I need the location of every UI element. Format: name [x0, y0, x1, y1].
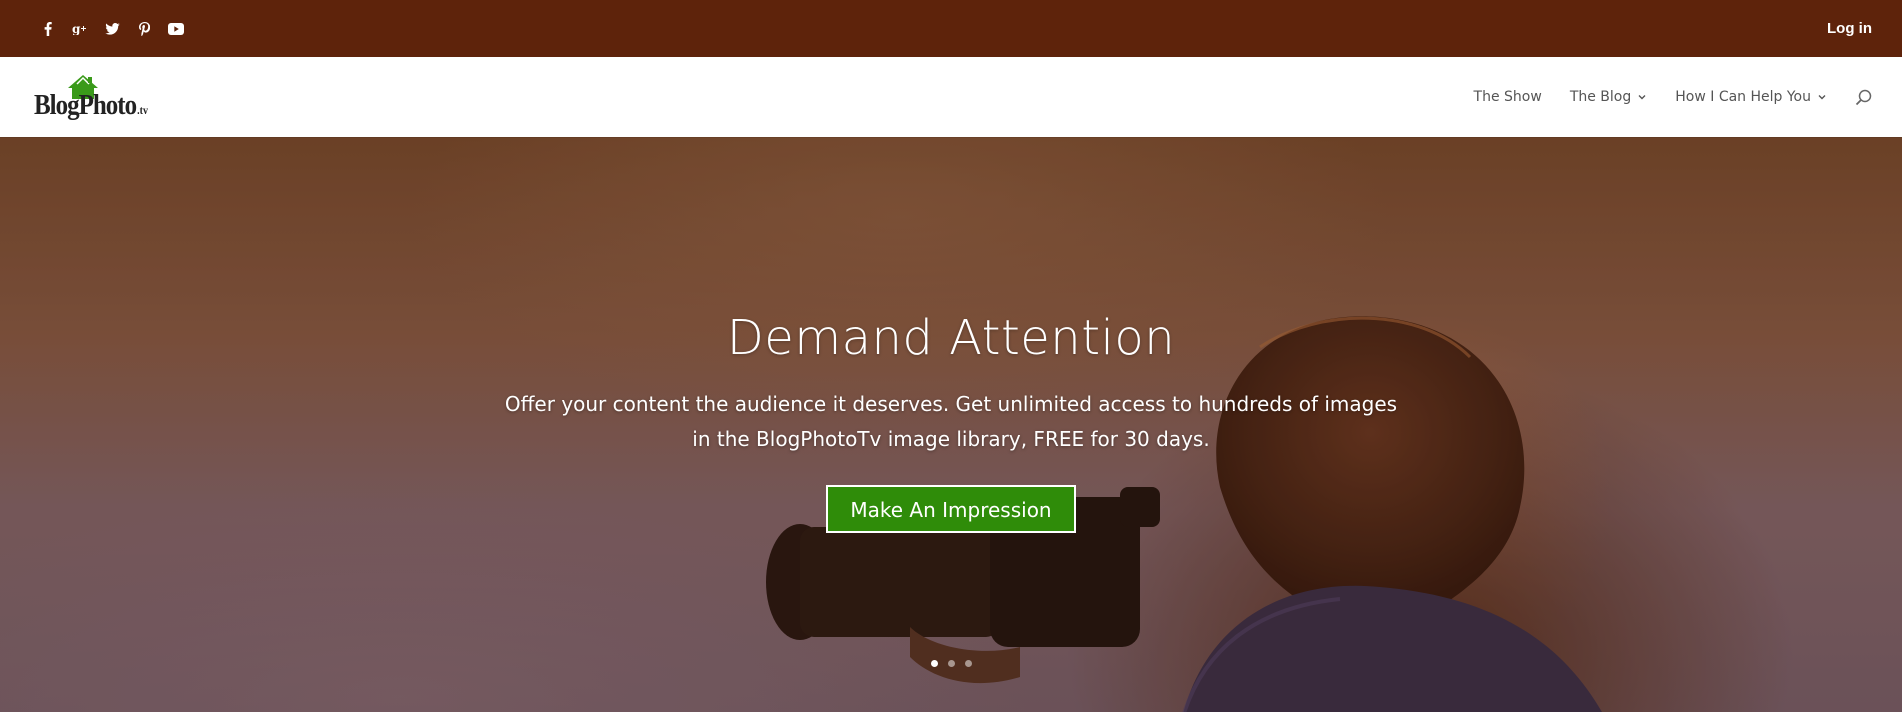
- social-links: g: [40, 21, 184, 37]
- site-logo[interactable]: Blog Photo .tv: [34, 72, 148, 122]
- nav-item-label: The Show: [1473, 89, 1542, 105]
- logo-text-photo: Photo: [78, 89, 137, 122]
- nav-item-how-i-can-help-you[interactable]: How I Can Help You: [1675, 89, 1827, 105]
- hero-subtitle: Offer your content the audience it deser…: [504, 391, 1398, 451]
- twitter-icon[interactable]: [104, 21, 120, 37]
- search-icon[interactable]: [1855, 89, 1872, 106]
- logo-text-blog: Blog: [34, 89, 80, 122]
- youtube-icon[interactable]: [168, 21, 184, 37]
- hero-content: Demand Attention Offer your content the …: [0, 312, 1902, 533]
- google-plus-icon[interactable]: g: [72, 21, 88, 37]
- svg-text:g: g: [72, 22, 81, 35]
- hero-slider: Demand Attention Offer your content the …: [0, 137, 1902, 712]
- login-link[interactable]: Log in: [1827, 20, 1872, 37]
- site-header: Blog Photo .tv The Show The Blog How I C…: [0, 57, 1902, 137]
- slider-dot-2[interactable]: [947, 660, 955, 667]
- pinterest-icon[interactable]: [136, 21, 152, 37]
- logo-wordmark: Blog Photo .tv: [34, 91, 148, 120]
- nav-item-label: The Blog: [1569, 89, 1632, 105]
- hero-title: Demand Attention: [726, 310, 1176, 366]
- facebook-icon[interactable]: [40, 21, 56, 37]
- logo-text-tv: .tv: [137, 104, 148, 118]
- make-an-impression-button[interactable]: Make An Impression: [826, 484, 1076, 533]
- top-social-bar: g Log in: [0, 0, 1902, 57]
- slider-dot-3[interactable]: [964, 660, 972, 667]
- nav-item-the-show[interactable]: The Show: [1474, 89, 1542, 105]
- slider-pagination: [0, 660, 1902, 667]
- chevron-down-icon: [1818, 95, 1826, 100]
- nav-item-label: How I Can Help You: [1675, 89, 1811, 105]
- nav-item-the-blog[interactable]: The Blog: [1570, 89, 1647, 105]
- main-nav: The Show The Blog How I Can Help You: [1474, 89, 1872, 106]
- slider-dot-1[interactable]: [930, 660, 938, 667]
- chevron-down-icon: [1638, 95, 1646, 100]
